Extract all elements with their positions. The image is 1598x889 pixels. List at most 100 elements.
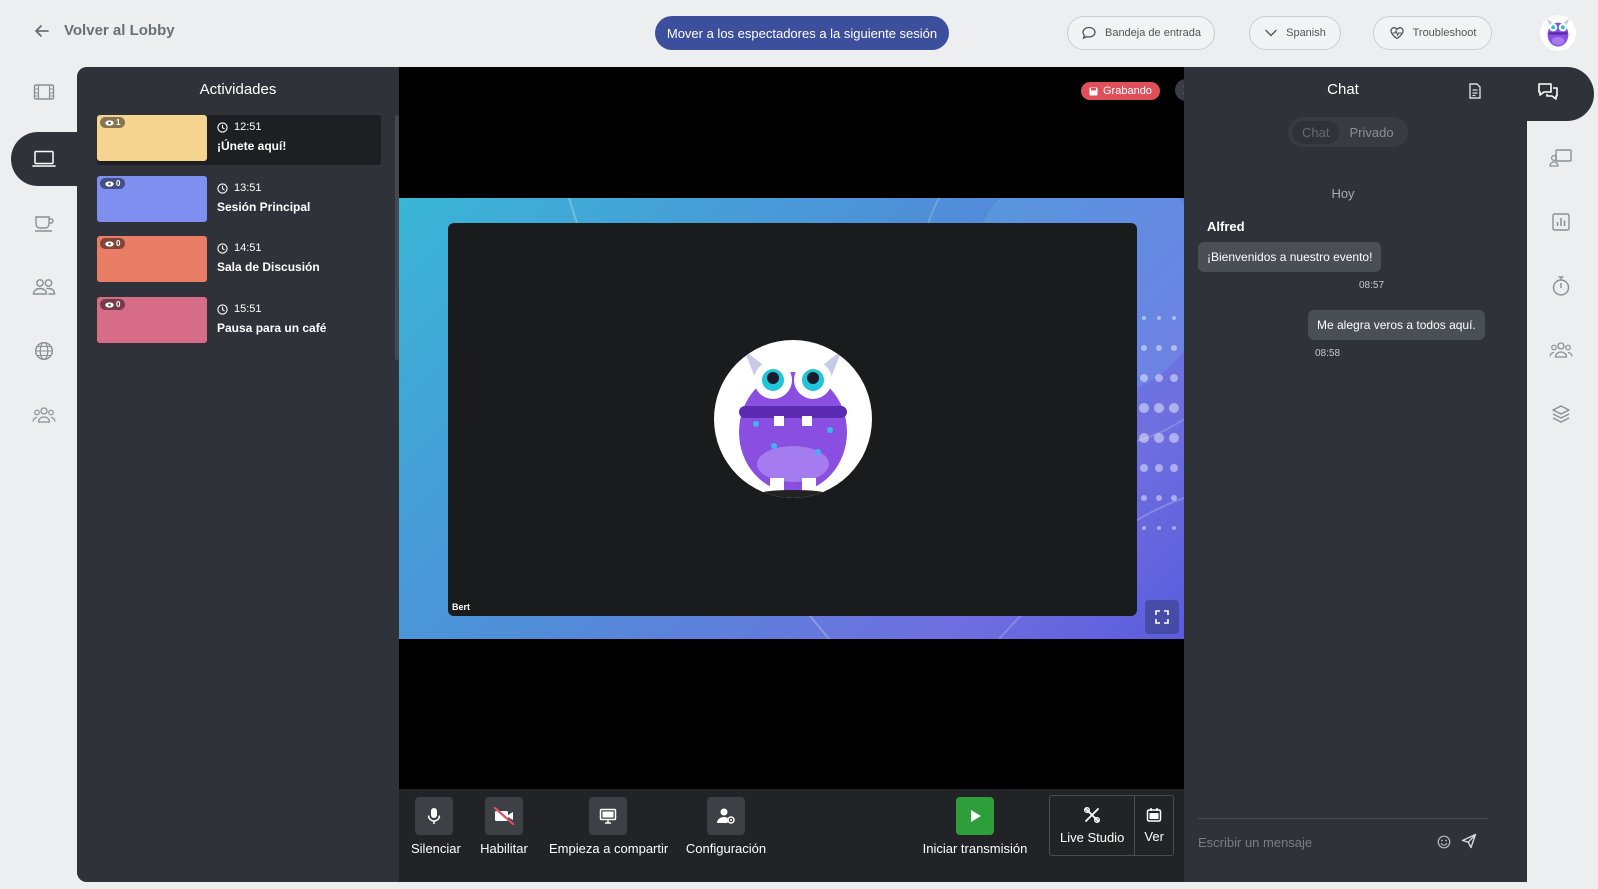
language-select[interactable]: Spanish (1249, 16, 1341, 50)
chat-message-input[interactable] (1198, 830, 1438, 854)
arrow-left-icon (34, 23, 50, 39)
chat-panel: Chat Chat Privado Hoy Alfred ¡Bienvenido… (1184, 67, 1527, 882)
activity-name: Sala de Discusión (217, 260, 320, 274)
share-screen-button[interactable]: Empieza a compartir (549, 797, 669, 856)
people-icon[interactable] (32, 275, 56, 299)
eye-icon (105, 301, 114, 308)
play-icon (956, 797, 994, 835)
enable-camera-button[interactable]: Habilitar (478, 797, 530, 856)
activity-time-text: 12:51 (234, 121, 262, 133)
group-icon[interactable] (32, 403, 56, 427)
view-label: Ver (1144, 829, 1164, 844)
right-navigation-rail (1527, 68, 1598, 888)
stage-background: Bert (399, 198, 1184, 639)
user-avatar[interactable] (1540, 15, 1576, 51)
heart-pulse-icon (1389, 25, 1405, 41)
live-studio-label: Live Studio (1059, 830, 1125, 845)
clock-icon (217, 303, 228, 315)
chat-tabs: Chat Privado (1288, 117, 1408, 147)
activity-thumbnail: 0 (97, 236, 207, 282)
monster-avatar-icon (1546, 18, 1570, 47)
globe-icon[interactable] (32, 339, 56, 363)
film-icon[interactable] (32, 80, 56, 104)
message-time: 08:58 (1315, 348, 1341, 359)
viewer-count-badge: 0 (100, 238, 126, 249)
share-label: Empieza a compartir (549, 841, 669, 856)
activity-thumbnail: 0 (97, 176, 207, 222)
studio-controls: Live Studio Ver (1049, 795, 1174, 856)
attendees-icon[interactable] (1549, 338, 1573, 362)
mute-button[interactable]: Silenciar (411, 797, 461, 856)
calendar-icon (1146, 807, 1162, 823)
view-button[interactable]: Ver (1135, 796, 1173, 855)
rail-item-chat-active[interactable] (1510, 67, 1594, 121)
activity-item-1[interactable]: 0 13:51 Sesión Principal (97, 176, 381, 226)
viewer-count: 0 (116, 179, 121, 188)
message-sender: Alfred (1207, 219, 1245, 234)
document-icon[interactable] (1468, 83, 1482, 99)
tab-chat[interactable]: Chat (1292, 120, 1340, 144)
activities-title: Actividades (199, 81, 277, 98)
inbox-label: Bandeja de entrada (1104, 27, 1202, 39)
settings-button[interactable]: Configuración (685, 797, 767, 856)
fullscreen-button[interactable] (1145, 600, 1179, 634)
bar-chart-icon[interactable] (1549, 210, 1573, 234)
activity-item-0[interactable]: 1 12:51 ¡Únete aquí! (97, 115, 381, 165)
chat-message: Me alegra veros a todos aquí. (1308, 310, 1485, 340)
back-to-lobby-link[interactable]: Volver al Lobby (34, 22, 175, 39)
activity-time: 13:51 (217, 182, 262, 194)
activity-name: Pausa para un café (217, 321, 327, 335)
eye-icon (105, 119, 114, 126)
enable-label: Habilitar (480, 841, 528, 856)
activity-time-text: 15:51 (234, 303, 262, 315)
live-studio-button[interactable]: Live Studio (1050, 796, 1136, 855)
troubleshoot-button[interactable]: Troubleshoot (1373, 16, 1492, 50)
inbox-button[interactable]: Bandeja de entrada (1067, 16, 1215, 50)
activity-item-3[interactable]: 0 15:51 Pausa para un café (97, 297, 381, 347)
user-settings-icon (707, 797, 745, 835)
viewer-count-badge: 1 (100, 117, 126, 128)
viewer-count: 0 (116, 239, 121, 248)
main-panel: Actividades 1 12:51 ¡Únete aquí! 0 13:51… (77, 67, 1527, 882)
save-icon (1089, 87, 1098, 96)
viewer-count-badge: 0 (100, 178, 126, 189)
emoji-icon[interactable] (1437, 835, 1451, 849)
stage-area: Grabando Bert Silenciar Habilitar Empiez… (399, 67, 1197, 882)
tab-private[interactable]: Privado (1339, 121, 1403, 144)
participant-video-tile[interactable]: Bert (448, 223, 1137, 616)
clock-icon (217, 242, 228, 254)
monster-avatar-icon (739, 350, 847, 498)
language-label: Spanish (1286, 27, 1326, 39)
timer-icon[interactable] (1549, 274, 1573, 298)
microphone-icon (415, 797, 453, 835)
chat-bubbles-icon (1536, 81, 1560, 103)
activity-item-2[interactable]: 0 14:51 Sala de Discusión (97, 236, 381, 286)
coffee-icon[interactable] (32, 211, 56, 235)
chat-message: ¡Bienvenidos a nuestro evento! (1198, 242, 1382, 272)
participant-avatar (714, 340, 872, 498)
start-stream-button[interactable]: Iniciar transmisión (922, 797, 1028, 856)
viewer-count: 0 (116, 300, 121, 309)
eye-icon (105, 180, 114, 187)
monitor-icon (589, 797, 627, 835)
chat-bubble-icon (1081, 25, 1097, 41)
send-icon[interactable] (1461, 833, 1477, 849)
settings-label: Configuración (685, 841, 767, 856)
move-viewers-button[interactable]: Mover a los espectadores a la siguiente … (655, 16, 949, 50)
activity-name: Sesión Principal (217, 200, 311, 214)
day-separator: Hoy (1331, 186, 1355, 201)
expand-icon (1154, 609, 1170, 625)
activity-thumbnail: 1 (97, 115, 207, 161)
viewer-count: 1 (116, 118, 121, 127)
tools-icon (1083, 806, 1101, 824)
layers-icon[interactable] (1549, 402, 1573, 426)
message-time: 08:57 (1359, 280, 1385, 291)
clock-icon (217, 182, 228, 194)
chat-title: Chat (1327, 81, 1359, 98)
activity-time-text: 13:51 (234, 182, 262, 194)
eye-icon (105, 240, 114, 247)
mute-label: Silenciar (411, 841, 461, 856)
presentation-icon[interactable] (1549, 146, 1573, 170)
activity-time: 15:51 (217, 303, 262, 315)
chevron-down-icon (1264, 26, 1278, 40)
